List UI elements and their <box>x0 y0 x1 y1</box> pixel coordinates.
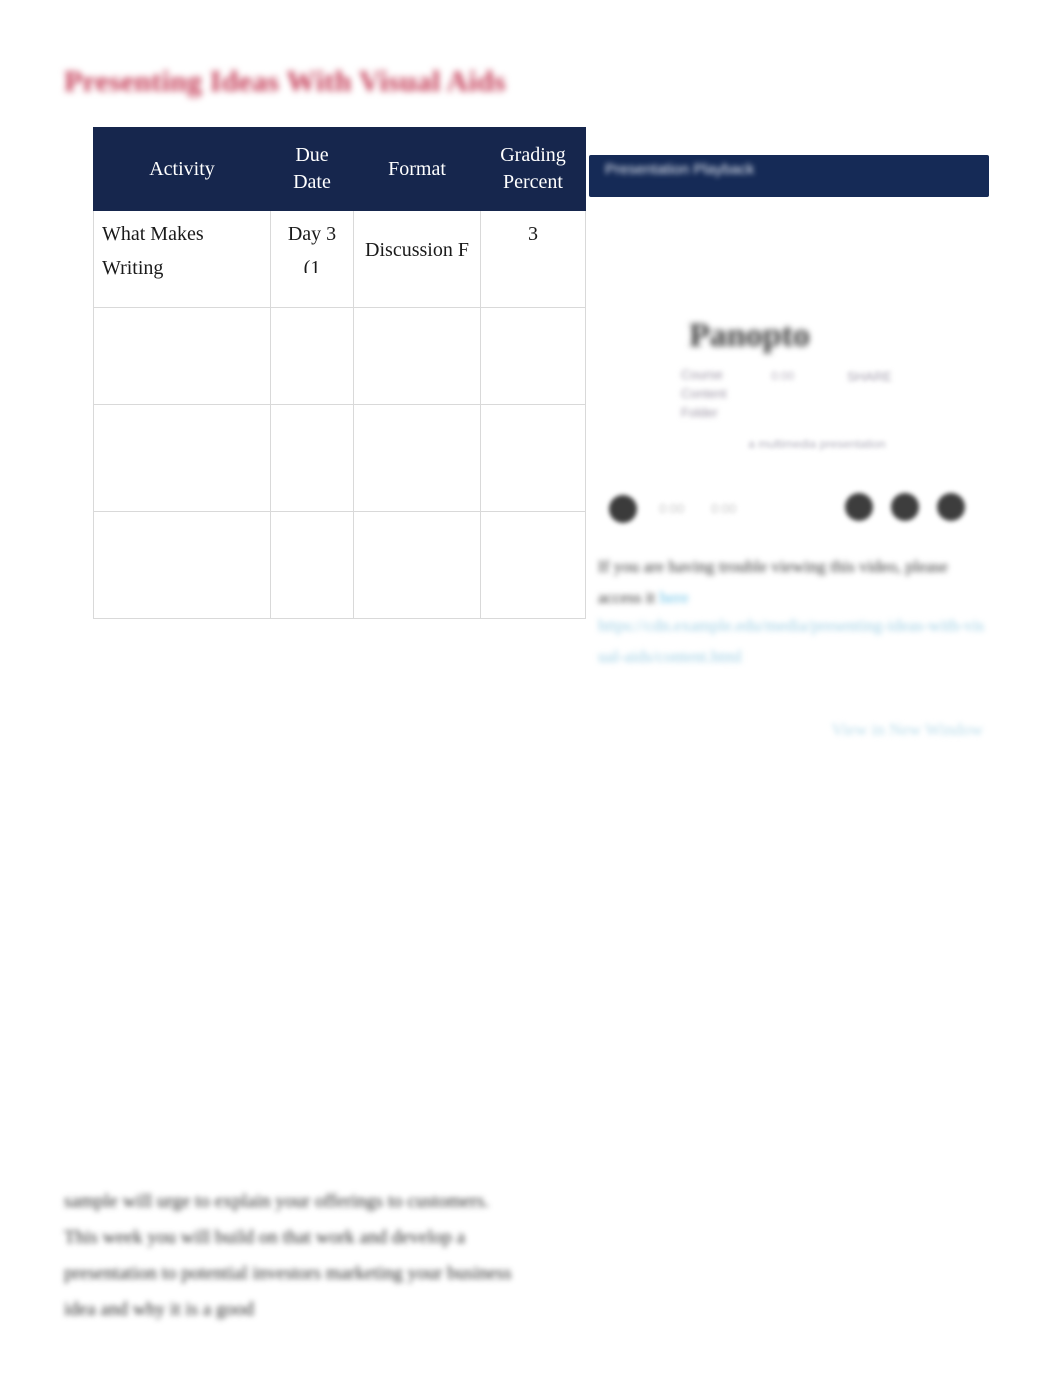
brand-timecode-label: 0:00 <box>771 369 795 383</box>
video-player-controls: 0:00 0:00 <box>589 487 989 533</box>
cell-due-date <box>270 511 354 619</box>
table-row <box>93 307 586 405</box>
column-header-grading-percent: Grading Percent <box>480 127 586 211</box>
column-header-due-date: Due Date <box>270 127 354 211</box>
schedule-table-body: What Makes Writing Day 3 (1 Discussion F… <box>93 210 586 619</box>
cell-due-date <box>270 307 354 405</box>
schedule-table-head: Activity Due Date Format Grading Percent <box>93 127 586 211</box>
fallback-here-link[interactable]: here <box>659 588 688 607</box>
fallback-url-link[interactable]: https://cdn.example.edu/media/presenting… <box>598 610 986 672</box>
cell-grading-percent: 3 <box>480 210 586 308</box>
current-time-label: 0:00 <box>659 501 685 516</box>
schedule-table-container: Activity Due Date Format Grading Percent… <box>93 127 586 619</box>
cell-due-date: Day 3 (1 <box>270 210 354 308</box>
cell-activity <box>93 307 271 405</box>
cell-format <box>353 404 481 512</box>
cell-format: Discussion F <box>353 210 481 308</box>
fallback-note: If you are having trouble viewing this v… <box>598 551 980 613</box>
fallback-note-line1: If you are having trouble viewing this <box>598 557 855 576</box>
video-panel: Presentation Playback Panopto Course Con… <box>589 155 989 739</box>
brand-logo: Panopto <box>689 317 810 354</box>
schedule-table: Activity Due Date Format Grading Percent… <box>93 127 586 619</box>
video-stage[interactable]: Panopto Course Content Folder 0:00 SHARE… <box>589 197 989 487</box>
column-header-format: Format <box>353 127 481 211</box>
table-row <box>93 404 586 512</box>
cell-activity <box>93 404 271 512</box>
fullscreen-icon[interactable] <box>937 493 965 521</box>
total-time-label: 0:00 <box>711 501 737 516</box>
video-panel-title: Presentation Playback <box>605 161 755 178</box>
cell-format <box>353 511 481 619</box>
view-in-new-window-link[interactable]: View in New Window <box>832 720 983 740</box>
cell-grading-percent <box>480 404 586 512</box>
brand-share-label[interactable]: SHARE <box>847 369 901 384</box>
column-header-activity: Activity <box>93 127 271 211</box>
brand-folder-label: Course Content Folder <box>681 367 727 420</box>
table-header-row: Activity Due Date Format Grading Percent <box>93 127 586 211</box>
cell-grading-percent <box>480 307 586 405</box>
play-icon[interactable] <box>609 495 637 523</box>
cell-format-text: Discussion F <box>365 239 469 261</box>
cell-grading-percent <box>480 511 586 619</box>
cell-format <box>353 307 481 405</box>
table-row <box>93 511 586 619</box>
cell-activity: What Makes Writing <box>93 210 271 308</box>
brand-caption: a multimedia presentation <box>748 437 886 451</box>
settings-icon[interactable] <box>891 493 919 521</box>
cell-due-date-text: Day 3 (1 <box>287 223 337 273</box>
cell-activity <box>93 511 271 619</box>
volume-icon[interactable] <box>845 493 873 521</box>
page-title: Presenting Ideas With Visual Aids <box>64 65 506 98</box>
table-row: What Makes Writing Day 3 (1 Discussion F… <box>93 210 586 308</box>
video-panel-header: Presentation Playback <box>589 155 989 197</box>
cell-due-date <box>270 404 354 512</box>
body-paragraph: sample will urge to explain your offerin… <box>64 1191 512 1320</box>
